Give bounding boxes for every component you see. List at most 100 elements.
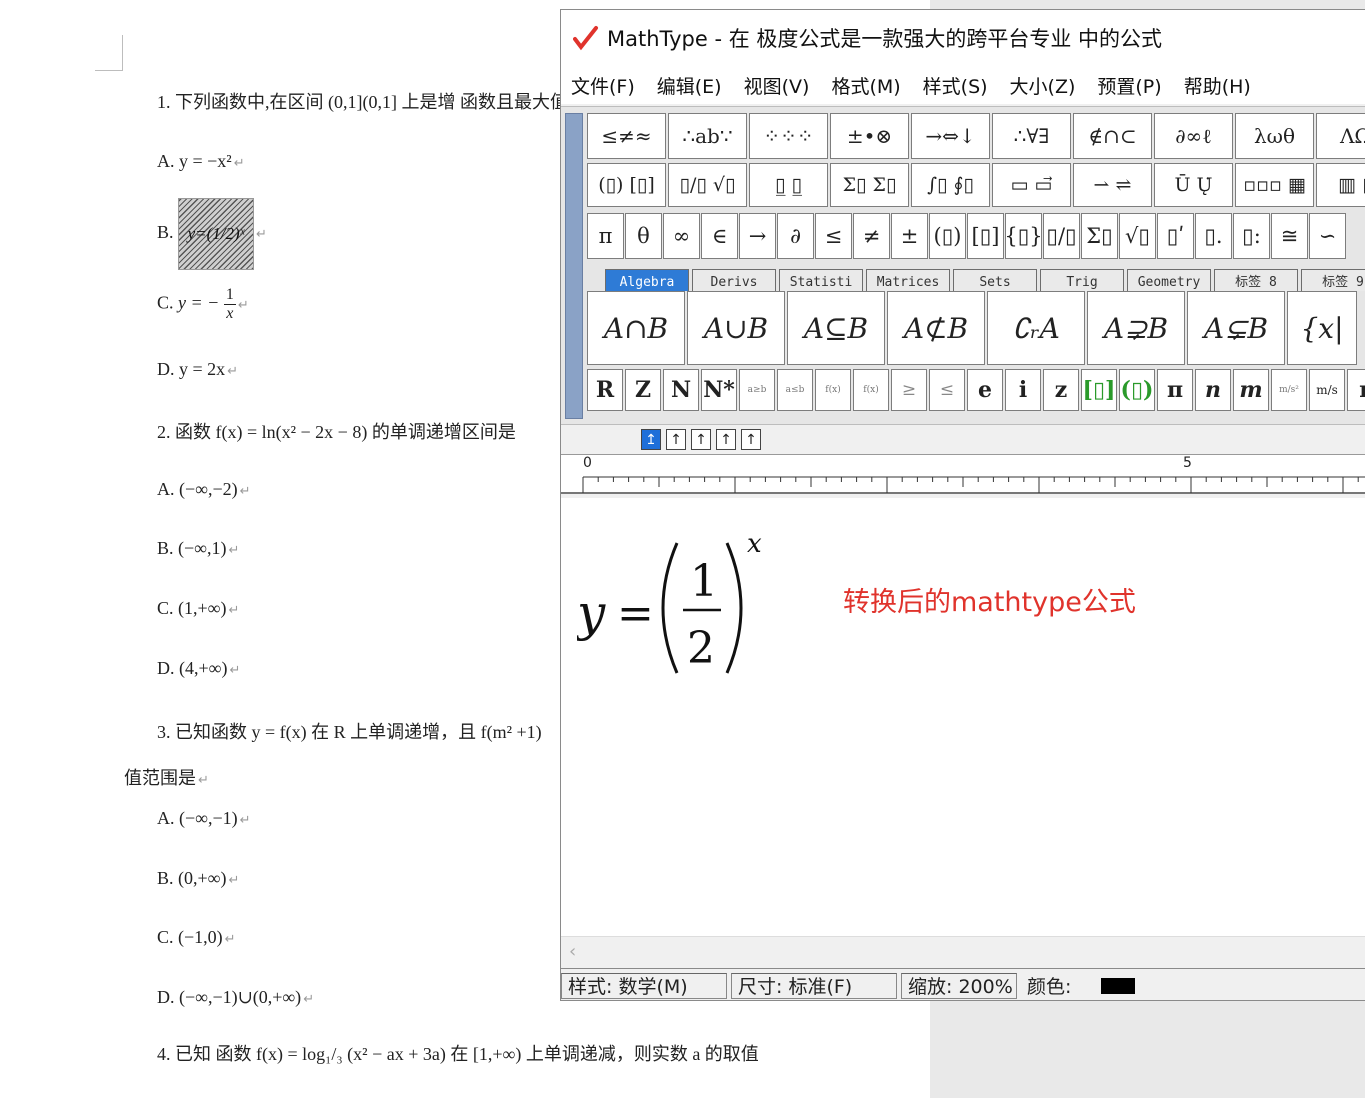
- menu-view[interactable]: 视图(V): [744, 72, 810, 99]
- ruler[interactable]: 0 5: [561, 454, 1365, 494]
- r-button[interactable]: r: [1347, 369, 1365, 411]
- scroll-left-icon[interactable]: ‹: [569, 941, 576, 962]
- brackets-template-button[interactable]: [▯]: [967, 213, 1004, 259]
- q1-option-d[interactable]: D. y = 2x ↵: [157, 359, 238, 380]
- question-1[interactable]: 1. 下列函数中,在区间 (0,1](0,1] 上是增 函数且最大值: [157, 88, 568, 114]
- leq-symbol-button-2[interactable]: ≤: [929, 369, 965, 411]
- status-size[interactable]: 尺寸: 标准(F): [731, 972, 897, 999]
- parentheses-template-button[interactable]: (▯): [929, 213, 966, 259]
- geq-symbol-button[interactable]: ≥: [891, 369, 927, 411]
- tab-8[interactable]: 标签 8: [1214, 269, 1298, 291]
- mathtype-window[interactable]: MathType - 在 极度公式是一款强大的跨平台专业 中的公式 文件(F) …: [560, 9, 1365, 1001]
- question-2[interactable]: 2. 函数 f(x) = ln(x² − 2x − 8) 的单调递增区间是: [157, 418, 516, 444]
- decimal-tab-button[interactable]: ↑: [741, 429, 761, 450]
- proper-superset-expression-button[interactable]: A⊋B: [1087, 291, 1185, 365]
- embellishments-palette-button[interactable]: ⁘⁘⁘: [749, 113, 828, 159]
- function-expression-button-2[interactable]: f(x): [853, 369, 889, 411]
- summation-templates-button[interactable]: Σ▯ Σ▯: [830, 163, 909, 207]
- spaces-palette-button[interactable]: ∴ab∵: [668, 113, 747, 159]
- product-templates-button[interactable]: Ū Ų̇: [1154, 163, 1233, 207]
- q2-option-c[interactable]: C. (1,+∞) ↵: [157, 598, 239, 619]
- q3-option-a[interactable]: A. (−∞,−1) ↵: [157, 808, 251, 829]
- q1-option-c[interactable]: C. y = − 1 x ↵: [157, 286, 249, 323]
- question-3[interactable]: 3. 已知函数 y = f(x) 在 R 上单调递增，且 f(m² +1): [157, 718, 542, 744]
- status-zoom[interactable]: 缩放: 200%: [901, 972, 1017, 999]
- operators-palette-button[interactable]: ±•⊗: [830, 113, 909, 159]
- sets-palette-button[interactable]: ∉∩⊂: [1073, 113, 1152, 159]
- menu-style[interactable]: 样式(S): [923, 72, 988, 99]
- not-subset-expression-button[interactable]: A⊄B: [887, 291, 985, 365]
- euler-e-button[interactable]: e: [967, 369, 1003, 411]
- sqrt-template-button[interactable]: √▯: [1119, 213, 1156, 259]
- equation-edit-area[interactable]: y = 1 2 x 转换后的mathtype公式: [561, 498, 1365, 944]
- q1-option-a[interactable]: A. y = −x² ↵: [157, 151, 245, 172]
- neq-symbol-button[interactable]: ≠: [853, 213, 890, 259]
- set-builder-expression-button[interactable]: {x|: [1287, 291, 1357, 365]
- infinity-symbol-button[interactable]: ∞: [663, 213, 700, 259]
- bar-templates-button[interactable]: ▭ ▭⃗: [992, 163, 1071, 207]
- geq-expression-button[interactable]: a≥b: [739, 369, 775, 411]
- bracket-green-button[interactable]: [▯]: [1081, 369, 1117, 411]
- partial-symbol-button[interactable]: ∂: [777, 213, 814, 259]
- menu-file[interactable]: 文件(F): [571, 72, 635, 99]
- positive-naturals-button[interactable]: N*: [701, 369, 737, 411]
- italic-n-button[interactable]: n: [1195, 369, 1231, 411]
- q1-option-b[interactable]: B. y=(1/2)ˣ ↵: [157, 198, 267, 270]
- arrow-symbol-button[interactable]: →: [739, 213, 776, 259]
- status-style[interactable]: 样式: 数学(M): [561, 972, 727, 999]
- leq-symbol-button[interactable]: ≤: [815, 213, 852, 259]
- question-3-continued[interactable]: 值范围是 ↵: [124, 764, 209, 790]
- naturals-button[interactable]: N: [663, 369, 699, 411]
- subscript-template-button[interactable]: ▯.: [1195, 213, 1232, 259]
- plus-minus-symbol-button[interactable]: ±: [891, 213, 928, 259]
- logic-palette-button[interactable]: ∴∀∃: [992, 113, 1071, 159]
- center-tab-button[interactable]: ↑: [666, 429, 686, 450]
- similar-symbol-button[interactable]: ∽: [1309, 213, 1346, 259]
- menu-edit[interactable]: 编辑(E): [657, 72, 722, 99]
- tab-matrices[interactable]: Matrices: [866, 269, 950, 291]
- greek-upper-palette-button[interactable]: ΛΩ: [1316, 113, 1365, 159]
- intersection-expression-button[interactable]: A∩B: [587, 291, 685, 365]
- q3-option-d[interactable]: D. (−∞,−1)∪(0,+∞) ↵: [157, 987, 314, 1008]
- q3-option-b[interactable]: B. (0,+∞) ↵: [157, 868, 239, 889]
- union-expression-button[interactable]: A∪B: [687, 291, 785, 365]
- superscript-template-button[interactable]: ▯ʹ: [1157, 213, 1194, 259]
- reals-button[interactable]: R: [587, 369, 623, 411]
- acceleration-unit-button[interactable]: m/s²: [1271, 369, 1307, 411]
- paren-green-button[interactable]: (▯): [1119, 369, 1155, 411]
- leq-expression-button[interactable]: a≤b: [777, 369, 813, 411]
- misc-palette-button[interactable]: ∂∞ℓ: [1154, 113, 1233, 159]
- integers-button[interactable]: Z: [625, 369, 661, 411]
- theta-symbol-button[interactable]: θ: [625, 213, 662, 259]
- proper-subset-expression-button[interactable]: A⊊B: [1187, 291, 1285, 365]
- pi-symbol-button[interactable]: π: [587, 213, 624, 259]
- greek-lower-palette-button[interactable]: λωθ: [1235, 113, 1314, 159]
- imaginary-i-button[interactable]: i: [1005, 369, 1041, 411]
- sum-template-button[interactable]: Σ▯: [1081, 213, 1118, 259]
- congruent-symbol-button[interactable]: ≅: [1271, 213, 1308, 259]
- menu-preferences[interactable]: 预置(P): [1097, 72, 1161, 99]
- pi-constant-button[interactable]: π: [1157, 369, 1193, 411]
- relation-tab-button[interactable]: ↑: [716, 429, 736, 450]
- fence-templates-button[interactable]: (▯) [▯]: [587, 163, 666, 207]
- script-templates-button[interactable]: ▯̲ ▯̲: [749, 163, 828, 207]
- tab-algebra[interactable]: Algebra: [605, 269, 689, 291]
- toolbar-grip[interactable]: [565, 113, 583, 419]
- q2-option-b[interactable]: B. (−∞,1) ↵: [157, 538, 239, 559]
- left-tab-button[interactable]: ↥: [641, 429, 661, 450]
- arrows-palette-button[interactable]: →⇔↓: [911, 113, 990, 159]
- tab-trig[interactable]: Trig: [1040, 269, 1124, 291]
- tab-sets[interactable]: Sets: [953, 269, 1037, 291]
- selected-formula-object[interactable]: y=(1/2)ˣ: [178, 198, 255, 270]
- title-bar[interactable]: MathType - 在 极度公式是一款强大的跨平台专业 中的公式: [561, 10, 1365, 66]
- fraction-radical-templates-button[interactable]: ▯/▯ √▯: [668, 163, 747, 207]
- box-templates-button[interactable]: ▥ ▯: [1316, 163, 1365, 207]
- sub-superscript-template-button[interactable]: ▯:: [1233, 213, 1270, 259]
- velocity-unit-button[interactable]: m/s: [1309, 369, 1345, 411]
- function-expression-button[interactable]: f(x): [815, 369, 851, 411]
- braces-template-button[interactable]: {▯}: [1005, 213, 1042, 259]
- tab-9[interactable]: 标签 9: [1301, 269, 1365, 291]
- tab-derivs[interactable]: Derivs: [692, 269, 776, 291]
- status-color[interactable]: 颜色:: [1021, 973, 1141, 999]
- tab-statistics[interactable]: Statisti: [779, 269, 863, 291]
